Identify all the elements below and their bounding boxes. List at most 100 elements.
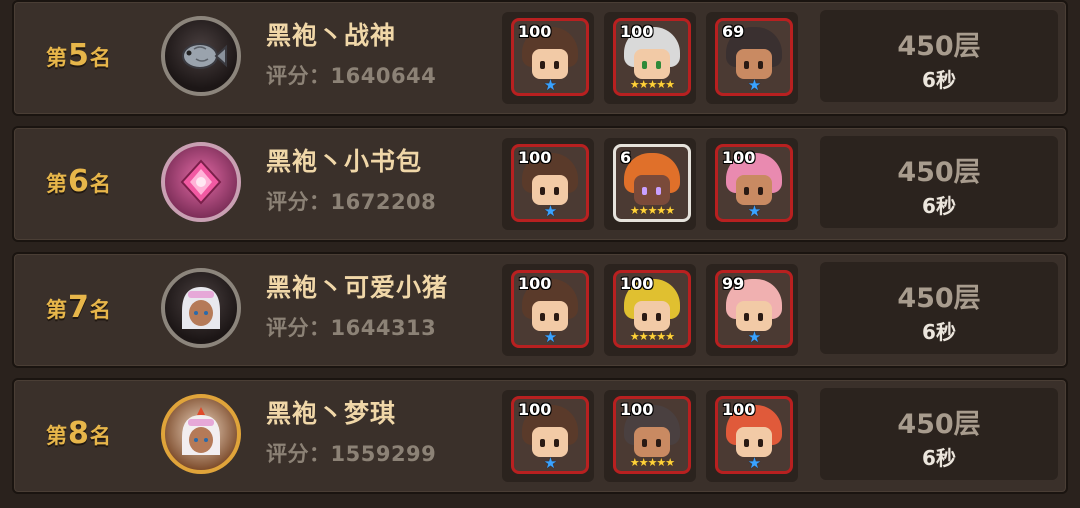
hero-slot[interactable]: 100 ★ xyxy=(706,390,798,482)
star-icon: ★ xyxy=(747,328,761,346)
hero-level: 100 xyxy=(620,22,654,41)
hero-level: 100 xyxy=(722,148,756,167)
ranking-row[interactable]: 第 7 名 黑袍丶可爱小猪 评分：1644313 100 ★ 100 ★★★★★… xyxy=(12,252,1068,368)
hero-lineup: 100 ★ 100 ★★★★★ 100 ★ xyxy=(502,390,802,482)
star-icon: ★ xyxy=(747,202,761,220)
hero-slot[interactable]: 100 ★★★★★ xyxy=(604,12,696,104)
hero-card[interactable]: 100 ★★★★★ xyxy=(613,270,691,348)
hero-slot[interactable]: 99 ★ xyxy=(706,264,798,356)
player-score: 评分：1559299 xyxy=(266,442,437,466)
hero-slot[interactable]: 100 ★ xyxy=(502,138,594,230)
hero-card[interactable]: 100 ★ xyxy=(511,18,589,96)
player-name: 黑袍丶可爱小猪 xyxy=(266,273,449,302)
clear-time: 6秒 xyxy=(922,446,956,470)
hero-slot[interactable]: 100 ★★★★★ xyxy=(604,390,696,482)
hero-card[interactable]: 100 ★ xyxy=(715,144,793,222)
hero-slot[interactable]: 69 ★ xyxy=(706,12,798,104)
star-icon: ★ xyxy=(747,454,761,472)
clear-time: 6秒 xyxy=(922,194,956,218)
hero-card[interactable]: 100 ★★★★★ xyxy=(613,18,691,96)
rank-number: 8 xyxy=(68,416,89,451)
hero-slot[interactable]: 100 ★ xyxy=(502,12,594,104)
clear-time: 6秒 xyxy=(922,320,956,344)
hero-level: 69 xyxy=(722,22,745,41)
ranking-row[interactable]: 第 5 名 黑袍丶战神 评分：1640644 100 ★ 100 ★★★★★ 6… xyxy=(12,0,1068,116)
hero-card[interactable]: 100 ★ xyxy=(715,396,793,474)
ranking-list: 第 5 名 黑袍丶战神 评分：1640644 100 ★ 100 ★★★★★ 6… xyxy=(0,0,1080,508)
girl-portrait-icon xyxy=(182,287,220,329)
floor-reached: 450层 xyxy=(897,31,981,62)
floor-reached: 450层 xyxy=(897,409,981,440)
result-panel: 450层 6秒 xyxy=(820,10,1058,102)
rank-label: 第 6 名 xyxy=(46,164,111,204)
hero-level: 100 xyxy=(620,274,654,293)
ranking-row[interactable]: 第 8 名 黑袍丶梦琪 评分：1559299 100 ★ 100 ★★★★★ 1… xyxy=(12,378,1068,494)
hero-slot[interactable]: 100 ★★★★★ xyxy=(604,264,696,356)
hero-card[interactable]: 99 ★ xyxy=(715,270,793,348)
hero-lineup: 100 ★ 100 ★★★★★ 99 ★ xyxy=(502,264,802,356)
hero-slot[interactable]: 6 ★★★★★ xyxy=(604,138,696,230)
fish-avatar-icon[interactable] xyxy=(161,16,241,96)
hero-lineup: 100 ★ 6 ★★★★★ 100 ★ xyxy=(502,138,802,230)
hero-card[interactable]: 100 ★★★★★ xyxy=(613,396,691,474)
player-score: 评分：1640644 xyxy=(266,64,437,88)
hero-card[interactable]: 100 ★ xyxy=(511,144,589,222)
result-panel: 450层 6秒 xyxy=(820,262,1058,354)
player-score: 评分：1644313 xyxy=(266,316,437,340)
hero-level: 100 xyxy=(518,400,552,419)
rank-suffix: 名 xyxy=(89,46,111,70)
pink-gem-avatar-icon[interactable] xyxy=(161,142,241,222)
rank-prefix: 第 xyxy=(46,424,67,448)
hero-card[interactable]: 69 ★ xyxy=(715,18,793,96)
rank-prefix: 第 xyxy=(46,46,67,70)
floor-reached: 450层 xyxy=(897,283,981,314)
rank-suffix: 名 xyxy=(89,172,111,196)
player-name: 黑袍丶梦琪 xyxy=(266,399,397,428)
floor-reached: 450层 xyxy=(897,157,981,188)
star-icon: ★ xyxy=(543,328,557,346)
fish-icon xyxy=(182,43,227,69)
star-icon: ★★★★★ xyxy=(629,456,675,469)
star-icon: ★ xyxy=(747,76,761,94)
hero-level: 100 xyxy=(722,400,756,419)
hero-level: 100 xyxy=(518,148,552,167)
hero-lineup: 100 ★ 100 ★★★★★ 69 ★ xyxy=(502,12,802,104)
hero-slot[interactable]: 100 ★ xyxy=(706,138,798,230)
rank-suffix: 名 xyxy=(89,424,111,448)
rank-suffix: 名 xyxy=(89,298,111,322)
clear-time: 6秒 xyxy=(922,68,956,92)
star-icon: ★★★★★ xyxy=(629,204,675,217)
rank-number: 7 xyxy=(68,290,89,325)
hero-card[interactable]: 6 ★★★★★ xyxy=(613,144,691,222)
hero-slot[interactable]: 100 ★ xyxy=(502,390,594,482)
star-icon: ★★★★★ xyxy=(629,330,675,343)
player-name: 黑袍丶战神 xyxy=(266,21,397,50)
girl-portrait-icon xyxy=(182,407,220,455)
player-name: 黑袍丶小书包 xyxy=(266,147,423,176)
hero-level: 6 xyxy=(620,148,632,167)
rank-label: 第 8 名 xyxy=(46,416,111,456)
gem-icon xyxy=(180,159,222,205)
star-icon: ★ xyxy=(543,202,557,220)
white-hair-girl-avatar-icon[interactable] xyxy=(161,268,241,348)
star-icon: ★ xyxy=(543,76,557,94)
rank-label: 第 7 名 xyxy=(46,290,111,330)
hero-level: 100 xyxy=(620,400,654,419)
star-icon: ★★★★★ xyxy=(629,78,675,91)
hero-slot[interactable]: 100 ★ xyxy=(502,264,594,356)
rank-label: 第 5 名 xyxy=(46,38,111,78)
hero-card[interactable]: 100 ★ xyxy=(511,396,589,474)
hero-level: 99 xyxy=(722,274,745,293)
rank-number: 5 xyxy=(68,38,89,73)
crowned-girl-avatar-icon[interactable] xyxy=(161,394,241,474)
hero-level: 100 xyxy=(518,22,552,41)
result-panel: 450层 6秒 xyxy=(820,388,1058,480)
ranking-row[interactable]: 第 6 名 黑袍丶小书包 评分：1672208 100 ★ 6 ★★★★★ 10… xyxy=(12,126,1068,242)
hero-level: 100 xyxy=(518,274,552,293)
result-panel: 450层 6秒 xyxy=(820,136,1058,228)
rank-number: 6 xyxy=(68,164,89,199)
star-icon: ★ xyxy=(543,454,557,472)
rank-prefix: 第 xyxy=(46,172,67,196)
rank-prefix: 第 xyxy=(46,298,67,322)
hero-card[interactable]: 100 ★ xyxy=(511,270,589,348)
